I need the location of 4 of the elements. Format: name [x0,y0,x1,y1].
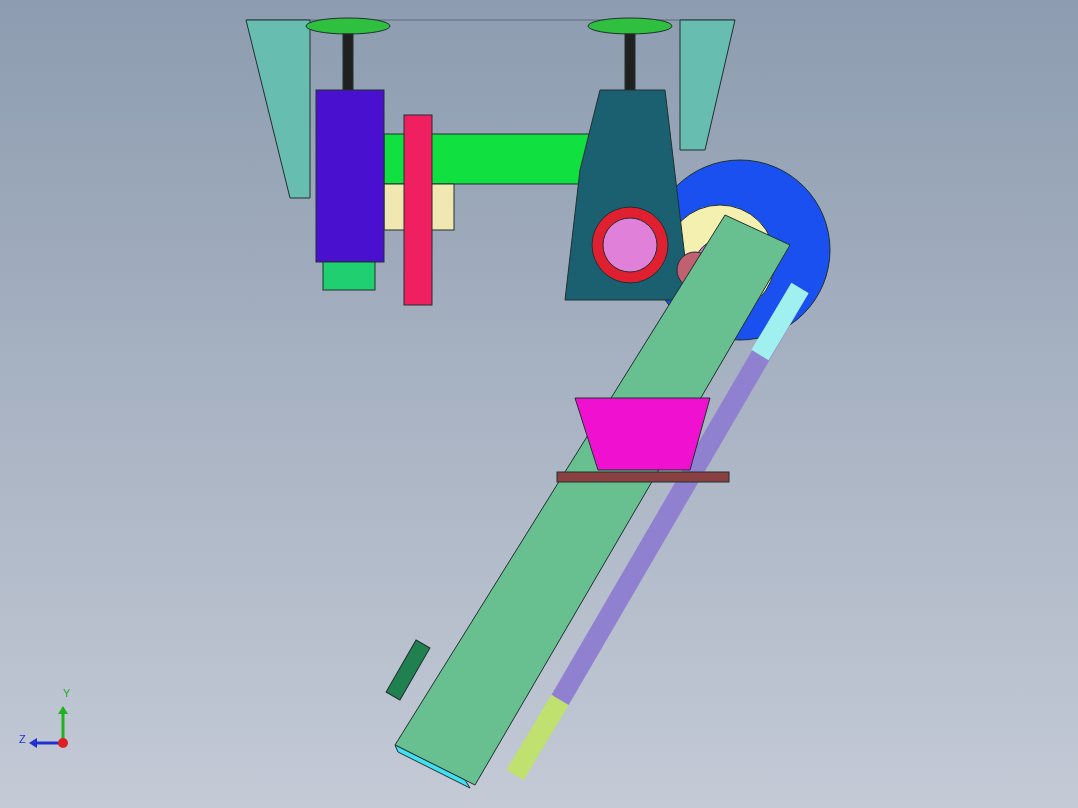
axis-label: Y [63,687,71,699]
axis-triad-icon [29,706,68,748]
axis-label: Z [19,733,26,745]
cad-viewport[interactable]: Y Z [0,0,1078,808]
